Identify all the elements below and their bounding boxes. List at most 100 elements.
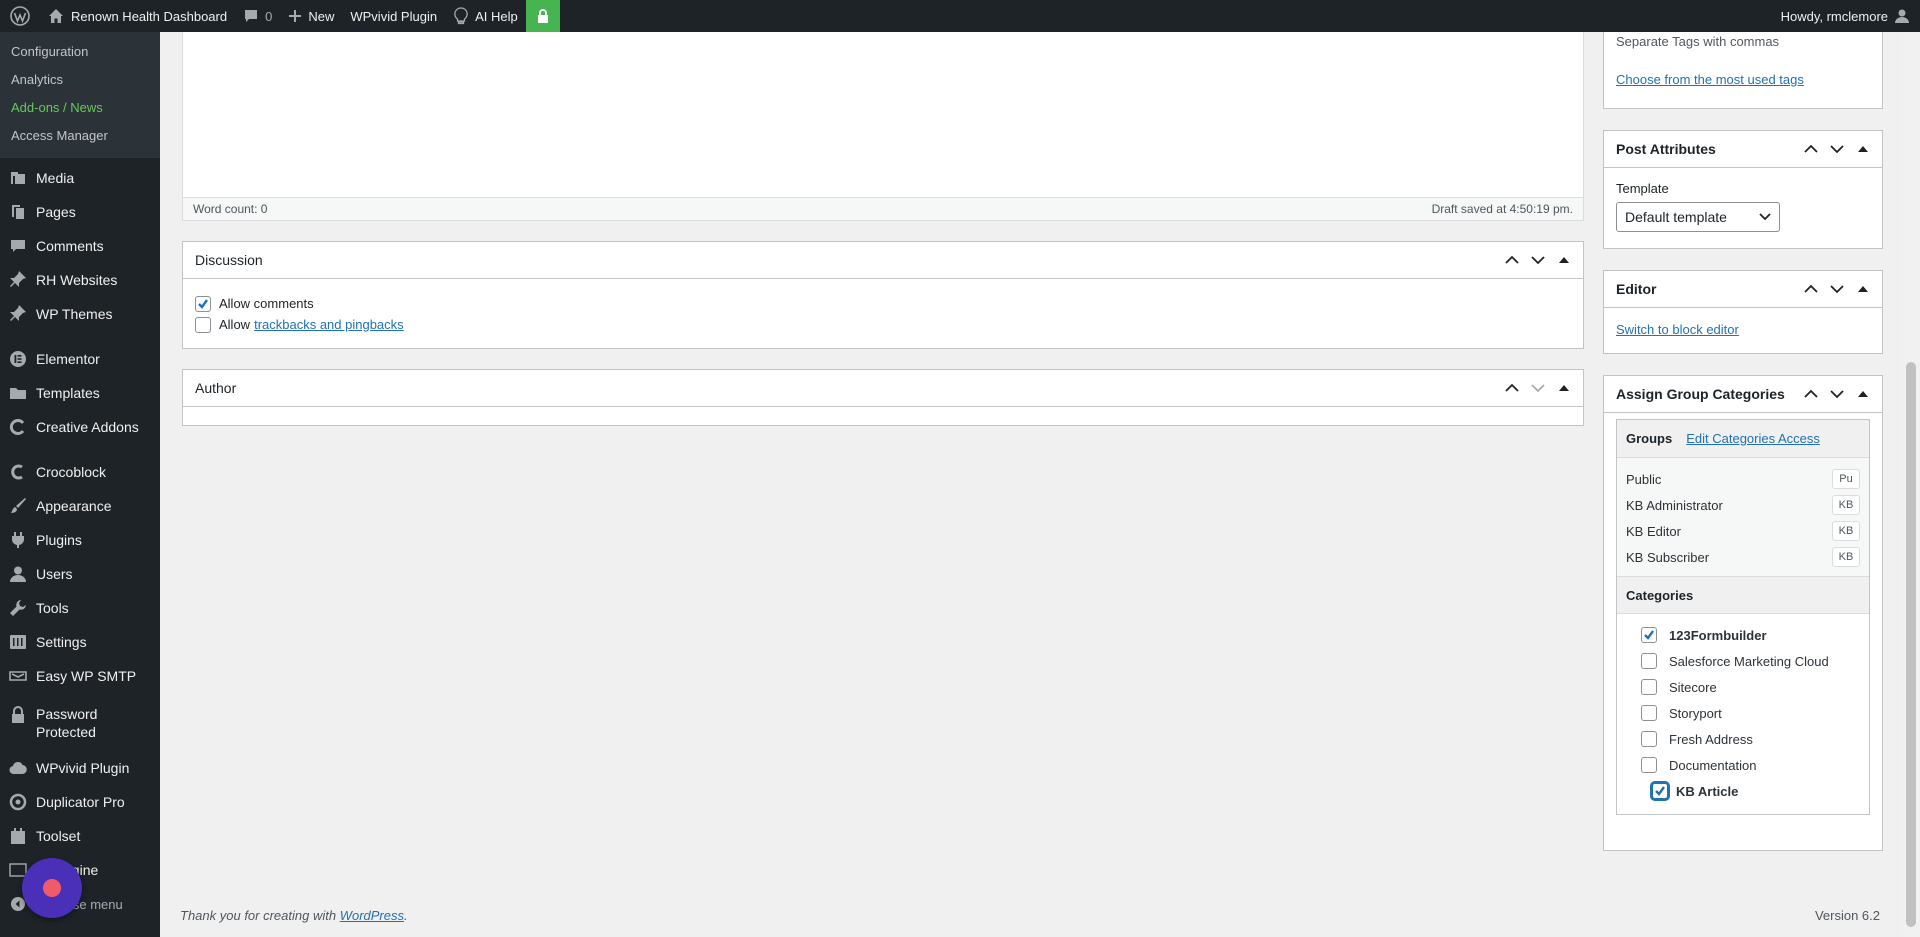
ai-help-link[interactable]: AI Help xyxy=(445,0,526,32)
new-content-link[interactable]: New xyxy=(280,0,342,32)
duplicator-icon xyxy=(8,792,28,812)
category-checkbox[interactable] xyxy=(1641,627,1657,643)
sidebar-item-users[interactable]: Users xyxy=(0,557,160,591)
edit-categories-access-link[interactable]: Edit Categories Access xyxy=(1686,431,1820,446)
sidebar-item-pages[interactable]: Pages xyxy=(0,195,160,229)
sidebar-submenu: Configuration Analytics Add-ons / News A… xyxy=(0,32,160,158)
ai-help-label: AI Help xyxy=(475,8,518,24)
howdy-text: Howdy, rmclemore xyxy=(1780,8,1888,24)
sidebar-item-label: Password Protected xyxy=(36,706,98,740)
sidebar-item-templates[interactable]: Templates xyxy=(0,376,160,410)
move-down-button[interactable] xyxy=(1525,242,1551,278)
sidebar-item-crocoblock[interactable]: Crocoblock xyxy=(0,455,160,489)
move-down-button[interactable] xyxy=(1824,376,1850,412)
sidebar-item-label: Elementor xyxy=(36,351,100,367)
group-tag: KB xyxy=(1832,547,1860,567)
screen-recorder-button[interactable] xyxy=(22,858,82,918)
site-name-link[interactable]: Renown Health Dashboard xyxy=(40,0,235,32)
allow-pingbacks-checkbox[interactable] xyxy=(195,316,211,333)
switch-to-block-editor-link[interactable]: Switch to block editor xyxy=(1616,322,1739,337)
sidebar-item-label: Easy WP SMTP xyxy=(36,668,137,684)
category-row: Sitecore xyxy=(1641,674,1869,700)
group-name: Public xyxy=(1626,471,1662,487)
category-checkbox[interactable] xyxy=(1641,731,1657,747)
editor-textarea[interactable] xyxy=(183,32,1583,198)
group-name: KB Editor xyxy=(1626,523,1681,539)
my-account-link[interactable]: Howdy, rmclemore xyxy=(1773,0,1920,32)
comment-bubble-icon xyxy=(243,8,259,24)
settings-icon xyxy=(8,632,28,652)
sidebar-item-elementor[interactable]: Elementor xyxy=(0,342,160,376)
groups-label: Groups xyxy=(1626,431,1673,446)
wordpress-link[interactable]: WordPress xyxy=(340,908,404,923)
category-checkbox[interactable] xyxy=(1641,679,1657,695)
category-label: Sitecore xyxy=(1669,679,1717,695)
submenu-analytics[interactable]: Analytics xyxy=(0,66,160,94)
categories-header: Categories xyxy=(1617,576,1869,614)
scrollbar-thumb[interactable] xyxy=(1906,362,1916,927)
sidebar-item-label: Appearance xyxy=(36,498,112,514)
sidebar-item-rh-websites[interactable]: RH Websites xyxy=(0,263,160,297)
sidebar-item-password-protected[interactable]: Password Protected xyxy=(0,699,160,751)
move-up-button[interactable] xyxy=(1499,242,1525,278)
comments-link[interactable]: 0 xyxy=(235,0,280,32)
toggle-panel-button[interactable] xyxy=(1850,376,1876,412)
tags-metabox: Separate Tags with commas Choose from th… xyxy=(1603,20,1883,109)
sidebar-item-wpvivid[interactable]: WPvivid Plugin xyxy=(0,751,160,785)
sidebar-item-easy-wp-smtp[interactable]: Easy WP SMTP xyxy=(0,659,160,693)
cloud-icon xyxy=(8,758,28,778)
allow-comments-checkbox[interactable] xyxy=(195,295,211,312)
page-scrollbar[interactable] xyxy=(1902,32,1920,937)
category-checkbox[interactable] xyxy=(1641,757,1657,773)
most-used-tags-link[interactable]: Choose from the most used tags xyxy=(1616,72,1870,87)
submenu-addons-news[interactable]: Add-ons / News xyxy=(0,94,160,122)
category-checkbox[interactable] xyxy=(1641,705,1657,721)
category-checkbox[interactable] xyxy=(1641,653,1657,669)
move-up-button[interactable] xyxy=(1798,376,1824,412)
menu-separator xyxy=(0,444,160,455)
plugin-icon xyxy=(8,530,28,550)
footer-thanks-text: Thank you for creating with xyxy=(180,908,337,923)
lock-icon[interactable] xyxy=(525,0,560,32)
comments-icon xyxy=(8,236,28,256)
creative-icon xyxy=(8,417,28,437)
crocoblock-icon xyxy=(8,462,28,482)
toggle-panel-button[interactable] xyxy=(1850,271,1876,307)
new-label: New xyxy=(308,8,335,24)
move-up-button[interactable] xyxy=(1798,131,1824,167)
sidebar-item-tools[interactable]: Tools xyxy=(0,591,160,625)
pages-icon xyxy=(8,202,28,222)
sidebar-item-plugins[interactable]: Plugins xyxy=(0,523,160,557)
toggle-panel-button[interactable] xyxy=(1850,131,1876,167)
move-down-button[interactable] xyxy=(1525,370,1551,406)
smtp-icon xyxy=(8,666,28,686)
chevron-down-icon xyxy=(1759,213,1771,221)
wordpress-logo-icon[interactable] xyxy=(0,0,40,32)
author-title: Author xyxy=(195,380,237,396)
sidebar-item-comments[interactable]: Comments xyxy=(0,229,160,263)
sidebar-item-appearance[interactable]: Appearance xyxy=(0,489,160,523)
sidebar-item-duplicator-pro[interactable]: Duplicator Pro xyxy=(0,785,160,819)
template-select[interactable]: Default template xyxy=(1616,202,1780,232)
move-up-button[interactable] xyxy=(1499,370,1525,406)
elementor-icon xyxy=(8,349,28,369)
toggle-panel-button[interactable] xyxy=(1551,370,1577,406)
sidebar-item-media[interactable]: Media xyxy=(0,161,160,195)
submenu-configuration[interactable]: Configuration xyxy=(0,38,160,66)
sidebar-item-label: Crocoblock xyxy=(36,464,107,480)
assign-group-categories-metabox: Assign Group Categories Groups Edit Cate… xyxy=(1603,375,1883,851)
admin-bar: Renown Health Dashboard 0 New WPvivid Pl… xyxy=(0,0,1920,32)
wpvivid-link[interactable]: WPvivid Plugin xyxy=(342,0,445,32)
sidebar-item-label: WPvivid Plugin xyxy=(36,760,130,776)
toggle-panel-button[interactable] xyxy=(1551,242,1577,278)
move-down-button[interactable] xyxy=(1824,131,1850,167)
trackbacks-pingbacks-link[interactable]: trackbacks and pingbacks xyxy=(254,317,404,332)
move-up-button[interactable] xyxy=(1798,271,1824,307)
sidebar-item-wp-themes[interactable]: WP Themes xyxy=(0,297,160,331)
category-checkbox[interactable] xyxy=(1652,783,1668,799)
sidebar-item-toolset[interactable]: Toolset xyxy=(0,819,160,853)
move-down-button[interactable] xyxy=(1824,271,1850,307)
submenu-access-manager[interactable]: Access Manager xyxy=(0,122,160,150)
sidebar-item-creative-addons[interactable]: Creative Addons xyxy=(0,410,160,444)
sidebar-item-settings[interactable]: Settings xyxy=(0,625,160,659)
